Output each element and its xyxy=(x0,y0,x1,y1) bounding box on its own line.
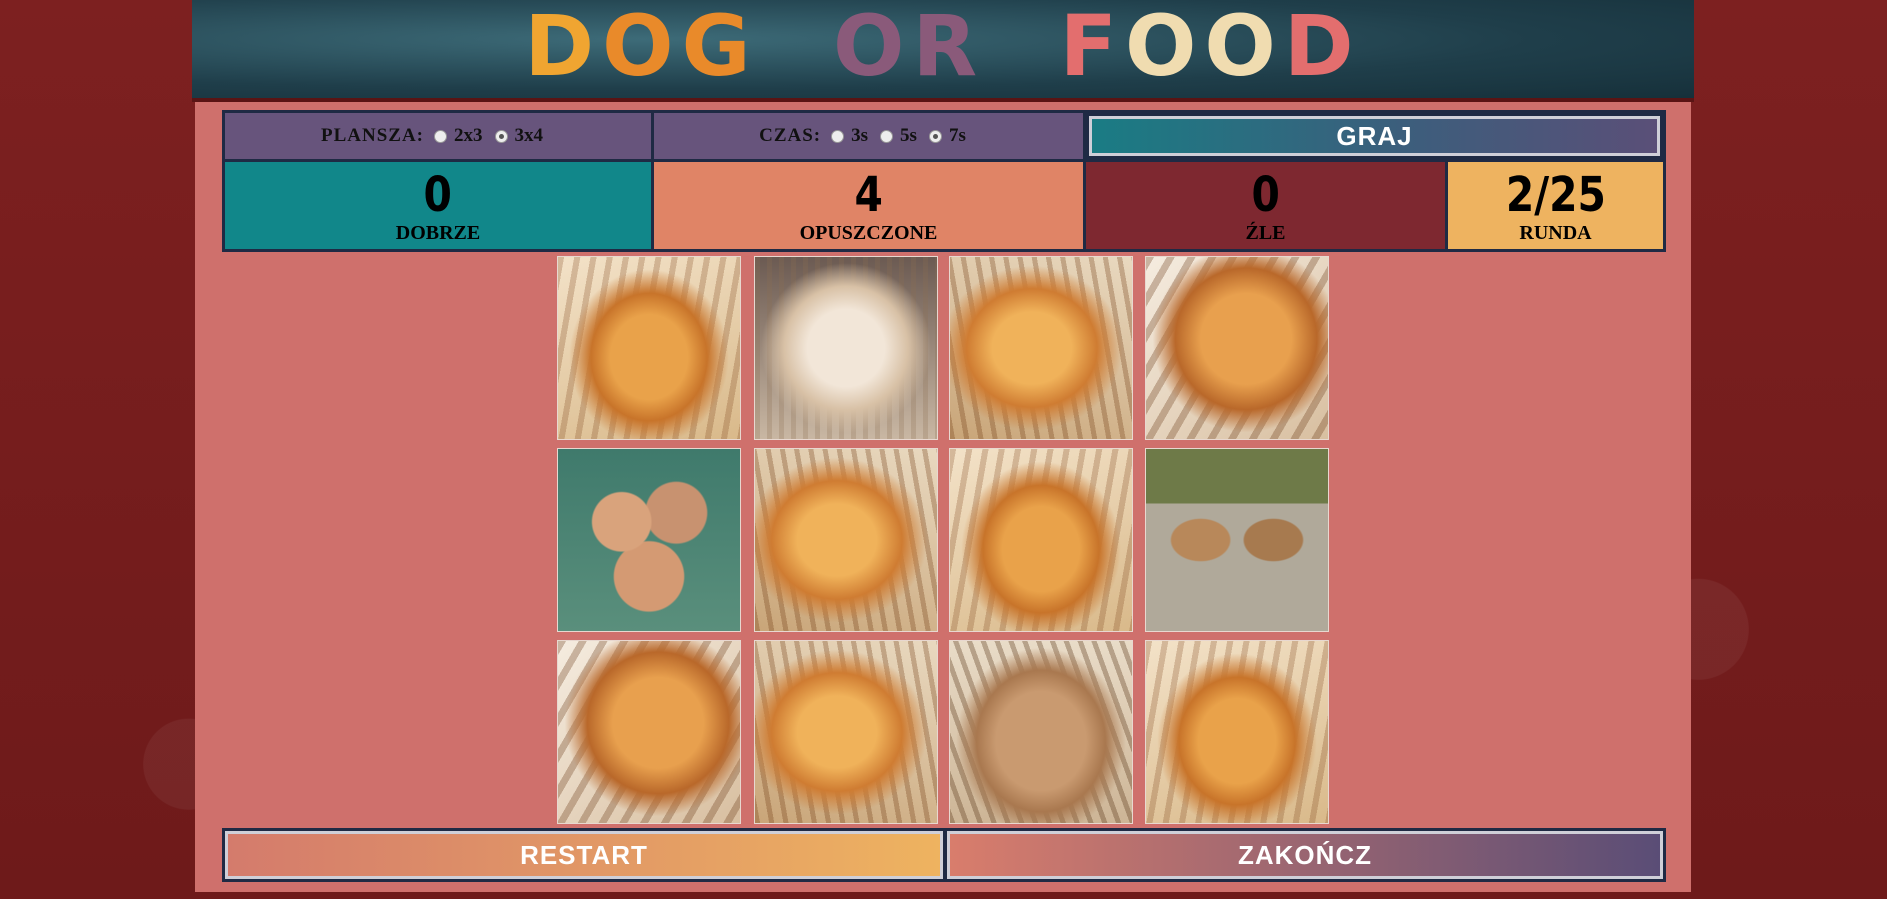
tile-croissant[interactable] xyxy=(949,448,1133,632)
time-option: CZAS: 3s 5s 7s xyxy=(654,110,1086,162)
stat-round-value: 2/25 xyxy=(1505,166,1606,223)
time-radio-7s[interactable]: 7s xyxy=(928,125,966,147)
board-radio-2x3[interactable]: 2x3 xyxy=(434,125,483,147)
logo-letter: OO xyxy=(1125,0,1284,95)
play-button-cell: GRAJ xyxy=(1086,110,1666,162)
stat-wrong-value: 0 xyxy=(1251,166,1280,223)
time-label: CZAS: xyxy=(759,125,822,146)
logo: DOG OR FOOD xyxy=(192,0,1694,98)
radio-label: 7s xyxy=(948,125,966,146)
time-radio-5s[interactable]: 5s xyxy=(880,125,917,147)
header-banner: DOG OR FOOD xyxy=(192,0,1694,102)
game-container: DOG OR FOOD PLANSZA: 2x3 3x4 CZAS: 3s 5s… xyxy=(192,0,1694,899)
radio-label: 2x3 xyxy=(454,125,483,146)
board-size-option: PLANSZA: 2x3 3x4 xyxy=(222,110,654,162)
stat-skipped-label: OPUSZCZONE xyxy=(799,221,938,244)
radio-icon[interactable] xyxy=(831,129,845,143)
stat-correct-value: 0 xyxy=(423,166,453,223)
tile-croissant[interactable] xyxy=(949,256,1133,440)
stat-correct-label: DOBRZE xyxy=(395,221,481,244)
stat-skipped-value: 4 xyxy=(854,166,883,223)
logo-letter: G xyxy=(681,0,759,95)
stat-round-label: RUNDA xyxy=(1519,221,1592,244)
logo-word: OR xyxy=(833,0,986,95)
tile-croissant[interactable] xyxy=(557,256,741,440)
tile-croissant[interactable] xyxy=(754,448,938,632)
logo-letter: D xyxy=(524,0,603,95)
radio-icon[interactable] xyxy=(880,129,894,143)
game-panel: PLANSZA: 2x3 3x4 CZAS: 3s 5s 7s GRAJ 0 D… xyxy=(195,102,1691,892)
radio-label: 3s xyxy=(851,125,869,146)
stat-wrong-label: ŹLE xyxy=(1245,221,1286,244)
tile-croissant[interactable] xyxy=(1145,256,1329,440)
stat-wrong: 0 ŹLE xyxy=(1086,162,1448,252)
stat-correct: 0 DOBRZE xyxy=(222,162,654,252)
radio-selected-icon[interactable] xyxy=(494,129,508,143)
stat-skipped: 4 OPUSZCZONE xyxy=(654,162,1086,252)
logo-letter: O xyxy=(602,0,682,95)
play-button[interactable]: GRAJ xyxy=(1089,116,1660,156)
time-radio-3s[interactable]: 3s xyxy=(831,125,868,147)
tile-dog[interactable] xyxy=(557,448,741,632)
board-radio-3x4[interactable]: 3x4 xyxy=(494,125,544,147)
tile-dog[interactable] xyxy=(754,256,938,440)
radio-label: 3x4 xyxy=(514,125,544,146)
logo-letter: F xyxy=(1059,0,1126,95)
logo-space xyxy=(759,0,796,95)
tile-croissant[interactable] xyxy=(557,640,741,824)
logo-space xyxy=(1022,0,1059,95)
tile-dog[interactable] xyxy=(949,640,1133,824)
tile-dog[interactable] xyxy=(1145,448,1329,632)
options-row: PLANSZA: 2x3 3x4 CZAS: 3s 5s 7s GRAJ xyxy=(222,110,1666,162)
tile-croissant[interactable] xyxy=(1145,640,1329,824)
footer-buttons: RESTART ZAKOŃCZ xyxy=(222,828,1666,882)
stat-round: 2/25 RUNDA xyxy=(1448,162,1666,252)
stats-row: 0 DOBRZE 4 OPUSZCZONE 0 ŹLE 2/25 RUNDA xyxy=(222,162,1666,252)
radio-icon[interactable] xyxy=(434,129,447,143)
tile-croissant[interactable] xyxy=(754,640,938,824)
board-size-label: PLANSZA: xyxy=(320,125,424,146)
logo-letter: D xyxy=(1283,0,1362,95)
restart-button[interactable]: RESTART xyxy=(225,831,943,879)
finish-button[interactable]: ZAKOŃCZ xyxy=(947,831,1663,879)
radio-selected-icon[interactable] xyxy=(928,129,942,143)
radio-label: 5s xyxy=(900,125,917,146)
